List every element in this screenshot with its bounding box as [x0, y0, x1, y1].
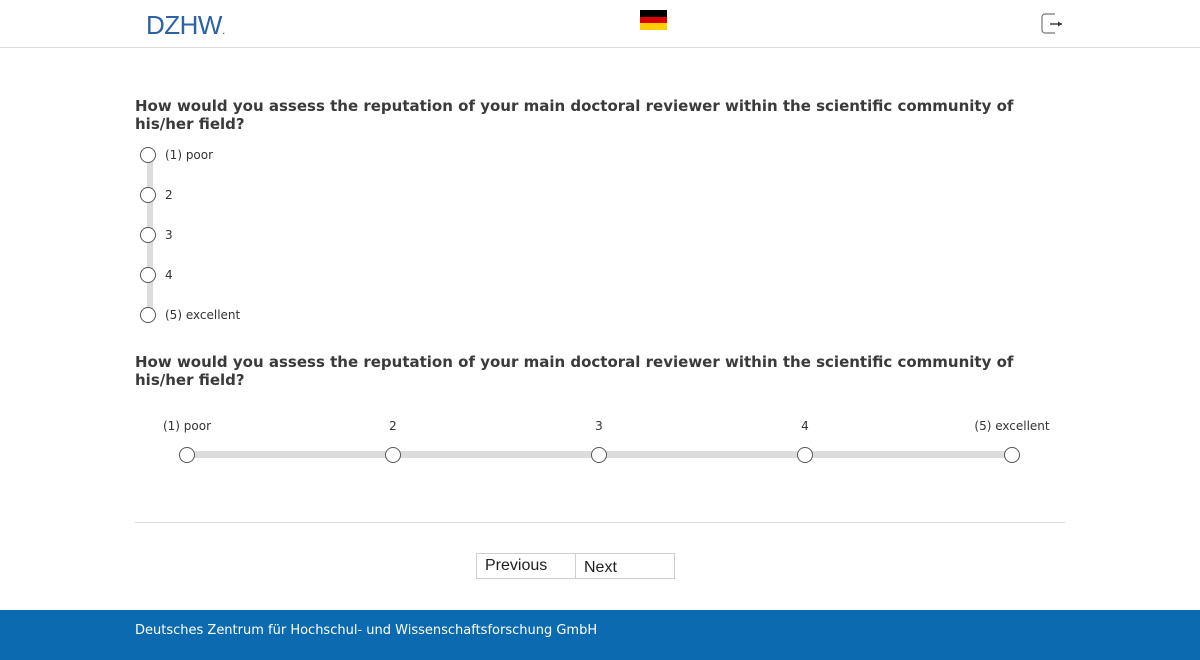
radio-button[interactable]: [140, 227, 156, 243]
radio-button[interactable]: [591, 447, 607, 463]
radio-button[interactable]: [179, 447, 195, 463]
vertical-scale: (1) poor 2 3 4 (5) excellent: [140, 145, 440, 325]
horizontal-option-1[interactable]: (1) poor: [137, 415, 237, 463]
logo-dot: .: [221, 23, 225, 37]
vertical-option-3[interactable]: 3: [140, 225, 173, 245]
header: DZHW.: [0, 0, 1200, 48]
question-2-text: How would you assess the reputation of y…: [135, 353, 1014, 389]
content-divider: [135, 522, 1065, 523]
option-label: 3: [595, 419, 603, 433]
vertical-option-5[interactable]: (5) excellent: [140, 305, 240, 325]
option-label: (1) poor: [162, 419, 212, 433]
logout-icon[interactable]: [1041, 13, 1063, 35]
vertical-option-2[interactable]: 2: [140, 185, 173, 205]
option-label: (1) poor: [165, 148, 214, 162]
vertical-option-1[interactable]: (1) poor: [140, 145, 213, 165]
footer-text: Deutsches Zentrum für Hochschul- und Wis…: [135, 623, 598, 638]
next-button[interactable]: Next: [575, 553, 675, 579]
dzhw-logo[interactable]: DZHW.: [146, 10, 225, 41]
option-label: (5) excellent: [974, 419, 1050, 433]
option-label: 2: [165, 188, 173, 202]
previous-button[interactable]: Previous: [476, 553, 576, 579]
germany-flag-icon[interactable]: [640, 10, 667, 30]
option-label: 4: [801, 419, 809, 433]
radio-button[interactable]: [140, 307, 156, 323]
radio-button[interactable]: [140, 267, 156, 283]
option-label: 2: [389, 419, 397, 433]
radio-button[interactable]: [385, 447, 401, 463]
horizontal-option-2[interactable]: 2: [343, 415, 443, 463]
horizontal-option-3[interactable]: 3: [549, 415, 649, 463]
horizontal-scale: (1) poor 2 3 4 (5) excellent: [150, 415, 1060, 475]
survey-page: DZHW. How would you assess the reputatio…: [0, 0, 1200, 660]
vertical-option-4[interactable]: 4: [140, 265, 173, 285]
radio-button[interactable]: [140, 187, 156, 203]
radio-button[interactable]: [1004, 447, 1020, 463]
footer: Deutsches Zentrum für Hochschul- und Wis…: [0, 610, 1200, 660]
horizontal-option-4[interactable]: 4: [755, 415, 855, 463]
logo-text: DZHW: [146, 10, 222, 40]
flag-stripe-black: [640, 10, 667, 17]
horizontal-option-5[interactable]: (5) excellent: [962, 415, 1062, 463]
option-label: 3: [165, 228, 173, 242]
option-label: 4: [165, 268, 173, 282]
radio-button[interactable]: [797, 447, 813, 463]
flag-stripe-red: [640, 16, 667, 24]
radio-button[interactable]: [140, 147, 156, 163]
flag-stripe-gold: [640, 23, 667, 30]
option-label: (5) excellent: [165, 308, 241, 322]
question-1-text: How would you assess the reputation of y…: [135, 97, 1014, 133]
